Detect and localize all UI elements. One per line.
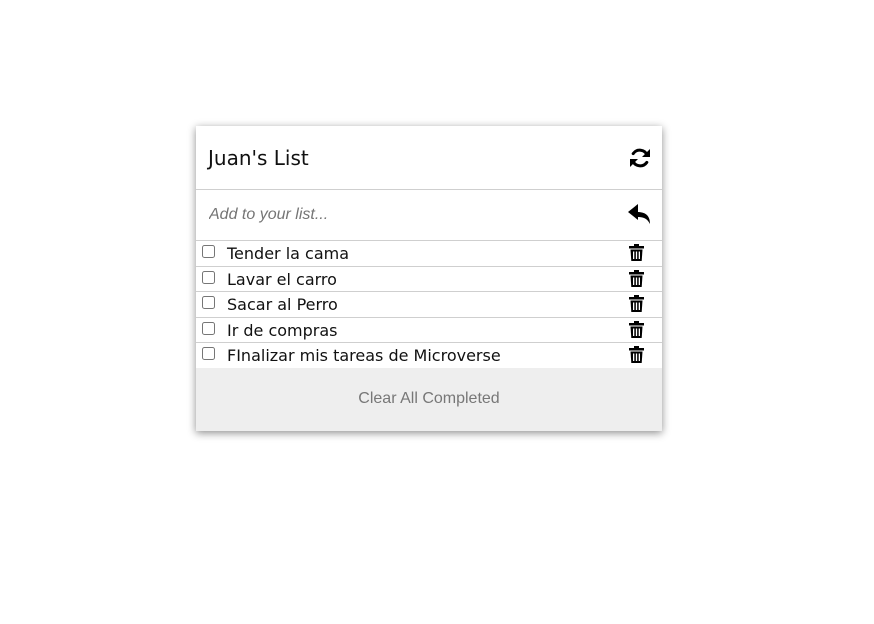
- item-label: Ir de compras: [227, 320, 338, 340]
- refresh-icon[interactable]: [628, 146, 652, 170]
- add-item-row: [196, 190, 662, 241]
- item-checkbox[interactable]: [202, 347, 215, 360]
- list-item: Ir de compras: [196, 318, 662, 343]
- clear-completed-label: Clear All Completed: [358, 390, 500, 407]
- list-item: FInalizar mis tareas de Microverse: [196, 343, 662, 369]
- item-label: Sacar al Perro: [227, 295, 338, 314]
- clear-completed-button[interactable]: Clear All Completed: [196, 368, 662, 431]
- trash-icon[interactable]: [629, 320, 644, 338]
- add-item-input[interactable]: [209, 203, 609, 227]
- todo-card: Juan's List Tender la cama: [196, 126, 662, 431]
- list-item: Sacar al Perro: [196, 292, 662, 318]
- item-checkbox[interactable]: [202, 270, 215, 284]
- item-checkbox[interactable]: [202, 321, 215, 335]
- item-checkbox[interactable]: [202, 296, 215, 309]
- item-label: Tender la cama: [227, 244, 350, 263]
- list-title: Juan's List: [208, 146, 309, 170]
- trash-icon[interactable]: [629, 346, 644, 363]
- trash-icon[interactable]: [629, 269, 644, 287]
- list-item: Tender la cama: [196, 241, 662, 267]
- return-arrow-icon[interactable]: [628, 204, 652, 226]
- item-label: Lavar el carro: [227, 269, 337, 289]
- item-label: FInalizar mis tareas de Microverse: [227, 346, 501, 365]
- trash-icon[interactable]: [629, 295, 644, 312]
- list-header: Juan's List: [196, 126, 662, 190]
- list-item: Lavar el carro: [196, 267, 662, 292]
- todo-list: Tender la cama Lavar el carro Sacar al P…: [196, 241, 662, 369]
- item-checkbox[interactable]: [202, 245, 215, 258]
- trash-icon[interactable]: [629, 244, 644, 261]
